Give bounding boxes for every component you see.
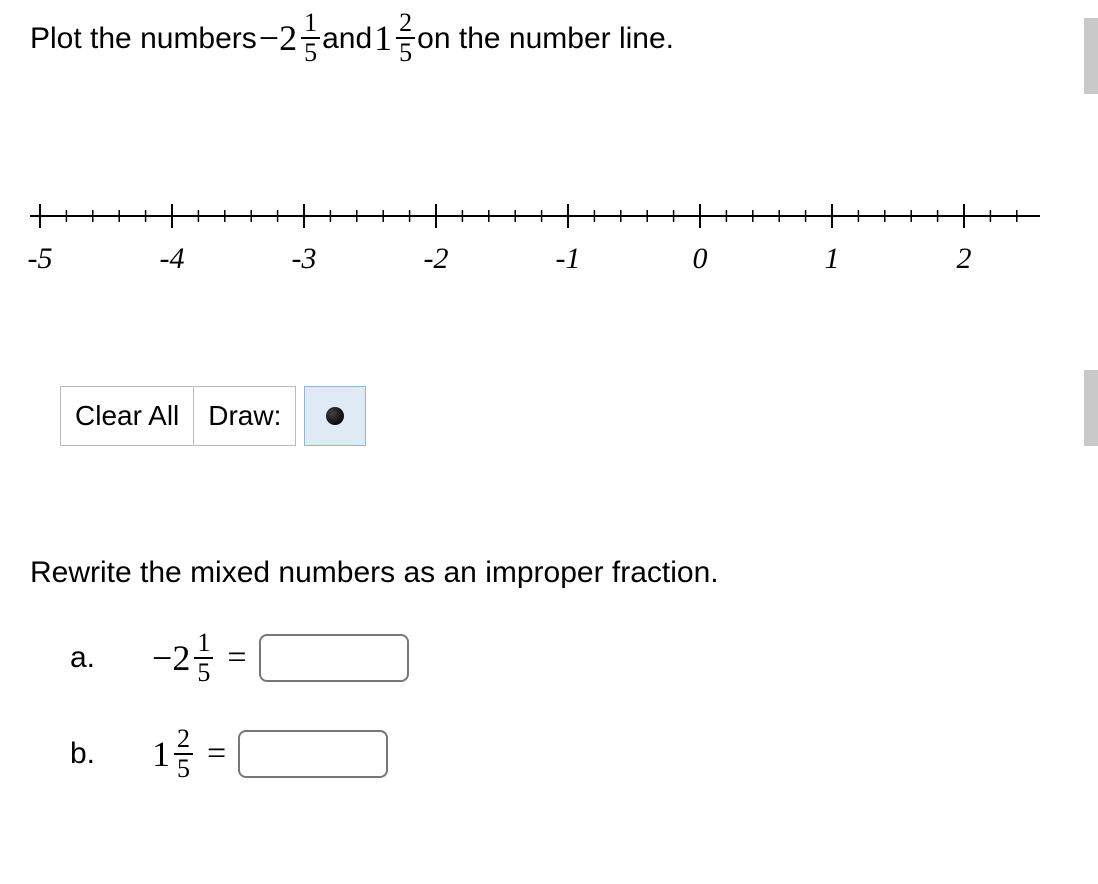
mixed1-fraction: 1 5: [301, 10, 320, 66]
number-line-tick-label: 1: [825, 242, 840, 276]
mixed2-fraction: 2 5: [396, 10, 415, 66]
number-line-tick-label: -2: [424, 242, 449, 276]
mixed1-whole: 2: [279, 20, 297, 56]
rewrite-b-letter: b.: [70, 737, 150, 771]
mixed1-sign: −: [259, 20, 279, 56]
mixed1-numerator: 1: [301, 10, 320, 39]
number-line-tick-label: -4: [160, 242, 185, 276]
number-line[interactable]: -5 -4 -3 -2 -1 0 1 2: [30, 196, 1040, 276]
draw-point-tool[interactable]: [304, 386, 366, 446]
number-line-tick-label: -3: [292, 242, 317, 276]
question-mid: and: [322, 16, 372, 61]
question-suffix: on the number line.: [417, 16, 674, 61]
number-line-tick-label: 2: [957, 242, 972, 276]
mixed2-denominator: 5: [396, 39, 415, 66]
rewrite-row-b: b. 1 2 5 =: [70, 726, 1068, 782]
number-line-tick-label: 0: [693, 242, 708, 276]
equals-sign: =: [227, 639, 246, 677]
mixed2-whole: 1: [374, 20, 392, 56]
rewrite-b-input[interactable]: [238, 730, 388, 778]
scrollbar-track[interactable]: [1080, 0, 1098, 884]
scrollbar-thumb[interactable]: [1084, 18, 1098, 94]
number-line-svg[interactable]: [30, 196, 1040, 236]
rewrite-section: Rewrite the mixed numbers as an improper…: [30, 556, 1068, 782]
rewrite-b-expression: 1 2 5: [150, 726, 195, 782]
number-line-labels: -5 -4 -3 -2 -1 0 1 2: [30, 236, 1040, 276]
rewrite-a-input[interactable]: [259, 634, 409, 682]
rewrite-row-a: a. − 2 1 5 =: [70, 630, 1068, 686]
mixed2-numerator: 2: [396, 10, 415, 39]
mixed1-denominator: 5: [301, 39, 320, 66]
question-prefix: Plot the numbers: [30, 16, 257, 61]
scrollbar-thumb[interactable]: [1084, 370, 1098, 446]
rewrite-a-expression: − 2 1 5: [150, 630, 215, 686]
draw-toolbar: Clear All Draw:: [60, 386, 1068, 446]
rewrite-prompt: Rewrite the mixed numbers as an improper…: [30, 556, 1068, 590]
question-mixed-2: 1 2 5: [374, 10, 415, 66]
number-line-tick-label: -5: [28, 242, 53, 276]
rewrite-a-letter: a.: [70, 641, 150, 675]
question-text: Plot the numbers − 2 1 5 and 1 2 5 on th…: [30, 10, 1068, 66]
draw-label: Draw:: [194, 386, 296, 446]
clear-all-button[interactable]: Clear All: [60, 386, 194, 446]
question-mixed-1: − 2 1 5: [259, 10, 320, 66]
number-line-tick-label: -1: [556, 242, 581, 276]
point-icon: [326, 407, 344, 425]
equals-sign: =: [207, 735, 226, 773]
